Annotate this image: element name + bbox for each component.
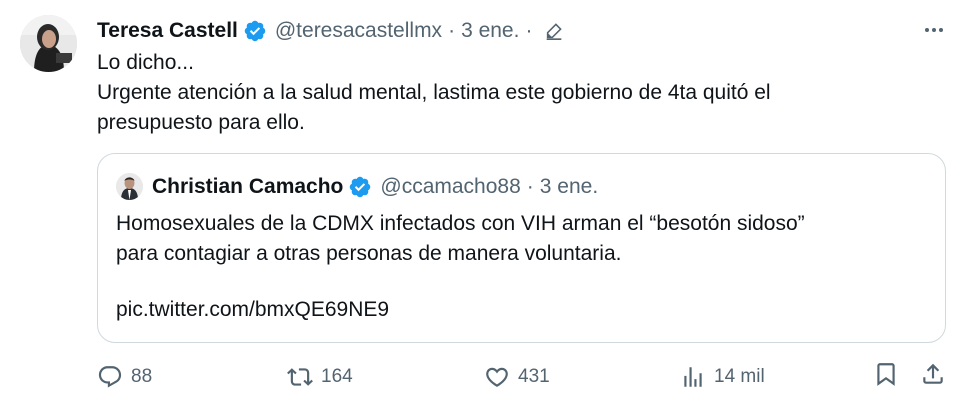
quote-text-line: para contagiar a otras personas de maner… bbox=[116, 242, 622, 265]
like-button[interactable]: 431 bbox=[484, 360, 550, 394]
views-chart-icon bbox=[684, 367, 702, 387]
avatar-photo bbox=[20, 15, 77, 72]
quote-text: Homosexuales de la CDMX infectados con V… bbox=[116, 209, 916, 269]
tweet-text: Lo dicho... Urgente atención a la salud … bbox=[97, 48, 947, 138]
like-count: 431 bbox=[518, 366, 550, 387]
views-button[interactable]: 14 mil bbox=[680, 360, 765, 394]
quote-media-link[interactable]: pic.twitter.com/bmxQE69NE9 bbox=[116, 295, 389, 325]
author-name[interactable]: Teresa Castell bbox=[97, 19, 238, 43]
heart-icon bbox=[486, 367, 508, 387]
tweet-header: Teresa Castell @teresacastellmx · 3 ene.… bbox=[97, 16, 565, 46]
quote-author-name[interactable]: Christian Camacho bbox=[152, 175, 343, 199]
reply-button[interactable]: 88 bbox=[97, 360, 152, 394]
share-button[interactable] bbox=[920, 360, 946, 394]
repost-button[interactable]: 164 bbox=[287, 360, 353, 394]
reply-count: 88 bbox=[131, 366, 153, 387]
verified-badge-icon bbox=[244, 20, 266, 42]
more-options-button[interactable] bbox=[916, 14, 952, 46]
share-icon bbox=[923, 363, 943, 384]
share-icon-wrap bbox=[920, 361, 946, 393]
quote-header: Christian Camacho @ccamacho88 · 3 ene. bbox=[152, 172, 598, 202]
quote-date[interactable]: 3 ene. bbox=[540, 175, 598, 199]
bookmark-icon bbox=[877, 363, 895, 386]
views-count: 14 mil bbox=[714, 366, 765, 387]
quote-author-avatar[interactable] bbox=[116, 173, 143, 200]
author-avatar[interactable] bbox=[20, 15, 77, 72]
quote-text-line: Homosexuales de la CDMX infectados con V… bbox=[116, 212, 805, 235]
separator-dot: · bbox=[526, 175, 534, 198]
reply-icon bbox=[98, 366, 122, 388]
quote-avatar-photo bbox=[116, 173, 143, 200]
quoted-tweet[interactable]: Christian Camacho @ccamacho88 · 3 ene. H… bbox=[97, 153, 946, 343]
repost-icon bbox=[287, 368, 313, 386]
bookmark-button[interactable] bbox=[873, 360, 899, 394]
author-handle[interactable]: @teresacastellmx bbox=[275, 19, 442, 43]
separator-dot: · bbox=[448, 19, 456, 42]
repost-count: 164 bbox=[321, 366, 353, 387]
edit-pencil-icon[interactable] bbox=[543, 20, 565, 42]
tweet-text-line: Urgente atención a la salud mental, last… bbox=[97, 81, 777, 134]
separator-dot: · bbox=[525, 19, 533, 42]
bookmark-icon-wrap bbox=[873, 361, 899, 393]
tweet-date[interactable]: 3 ene. bbox=[461, 19, 519, 43]
tweet-actions: 88 164 431 14 mil bbox=[97, 360, 947, 394]
tweet-text-line: Lo dicho... bbox=[97, 51, 194, 74]
quote-author-handle[interactable]: @ccamacho88 bbox=[380, 175, 520, 199]
more-dots-icon bbox=[925, 28, 943, 32]
verified-badge-icon bbox=[350, 176, 371, 198]
